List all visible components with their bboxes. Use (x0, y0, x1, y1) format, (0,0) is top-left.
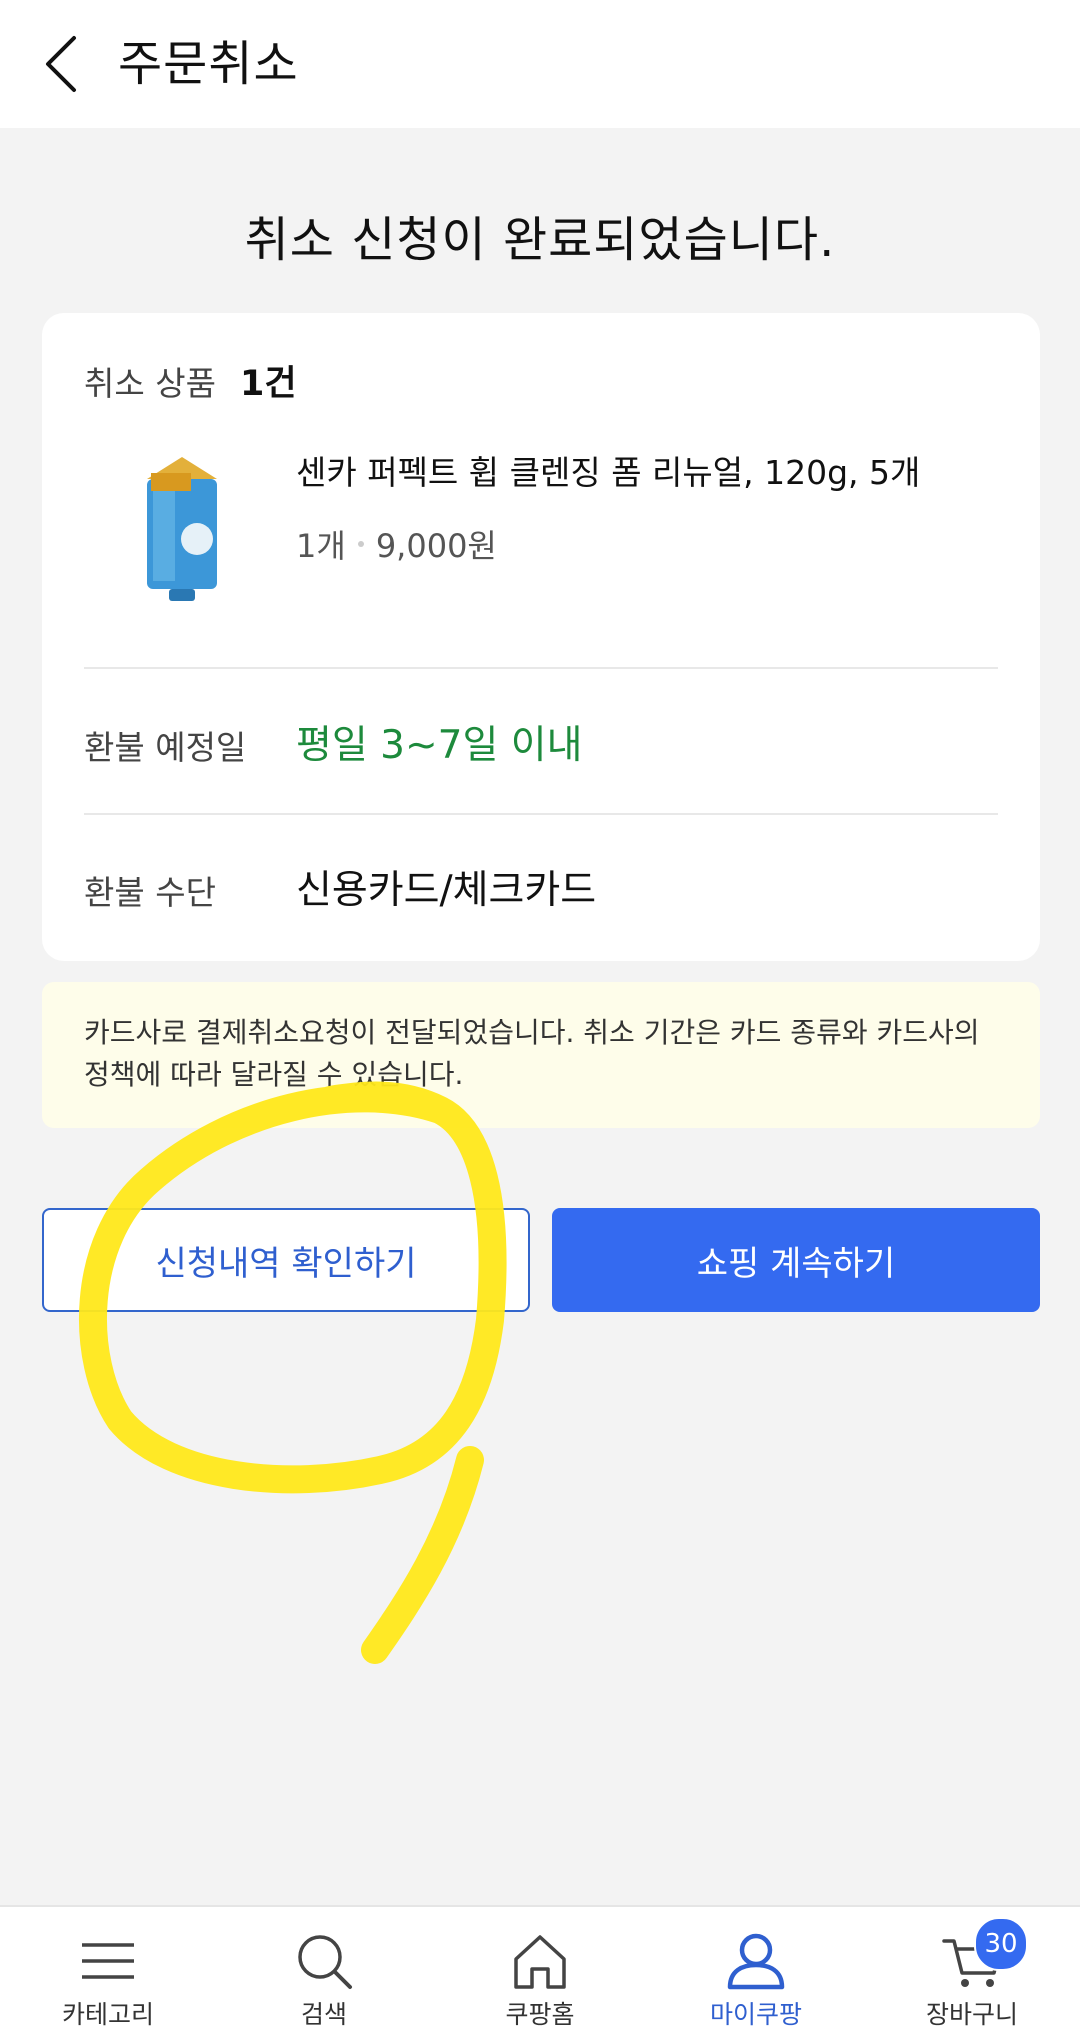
tab-label: 장바구니 (925, 2000, 1018, 2029)
menu-icon (82, 1943, 134, 1979)
product-name[interactable]: 센카 퍼펙트 휩 클렌징 폼 리뉴얼, 120g, 5개 (296, 446, 920, 494)
home-icon (514, 1935, 566, 1989)
tab-label: 카테고리 (61, 2000, 154, 2029)
tab-cart[interactable]: 30 장바구니 (864, 1907, 1080, 2034)
separator-dot (357, 541, 364, 547)
notice-box: 카드사로 결제취소요청이 전달되었습니다. 취소 기간은 카드 종류와 카드사의… (42, 982, 1040, 1128)
back-button[interactable] (38, 30, 88, 98)
tab-label: 검색 (300, 2000, 347, 2029)
page-title: 주문취소 (118, 36, 299, 92)
divider (84, 667, 998, 669)
tab-category[interactable]: 카테고리 (0, 1907, 216, 2034)
bottom-tab-bar: 카테고리 검색 쿠팡홈 마이쿠팡 30 장바구니 (0, 1905, 1080, 2034)
cancel-items-count: 1건 (240, 364, 297, 404)
product-thumbnail[interactable] (137, 453, 227, 603)
completion-message: 취소 신청이 완료되었습니다. (244, 212, 836, 268)
product-price: 9,000원 (375, 527, 497, 565)
divider (84, 813, 998, 815)
top-app-bar: 주문취소 (0, 0, 1080, 128)
user-icon (727, 1933, 785, 1990)
tab-search[interactable]: 검색 (216, 1907, 432, 2034)
cancel-items-label: 취소 상품 (84, 364, 216, 403)
check-history-button[interactable]: 신청내역 확인하기 (42, 1208, 530, 1312)
notice-text: 카드사로 결제취소요청이 전달되었습니다. 취소 기간은 카드 종류와 카드사의… (84, 1016, 980, 1091)
product-meta: 1개 9,000원 (296, 521, 497, 567)
chevron-left-icon (46, 36, 76, 92)
refund-date-label: 환불 예정일 (84, 728, 247, 767)
continue-shopping-button[interactable]: 쇼핑 계속하기 (552, 1208, 1040, 1312)
cancel-summary-card: 취소 상품 1건 센카 퍼펙트 휩 클렌징 폼 리뉴얼, 120g, 5개 1개… (42, 313, 1040, 961)
refund-method-value: 신용카드/체크카드 (296, 868, 597, 913)
refund-method-label: 환불 수단 (84, 873, 216, 912)
refund-date-value: 평일 3~7일 이내 (296, 723, 583, 768)
cart-count-badge: 30 (974, 1917, 1028, 1971)
product-quantity: 1개 (296, 527, 346, 565)
tab-mycoupang[interactable]: 마이쿠팡 (648, 1907, 864, 2034)
tab-home[interactable]: 쿠팡홈 (432, 1907, 648, 2034)
tab-label: 쿠팡홈 (505, 2000, 575, 2029)
search-icon (298, 1935, 352, 1989)
tab-label: 마이쿠팡 (709, 2000, 802, 2029)
